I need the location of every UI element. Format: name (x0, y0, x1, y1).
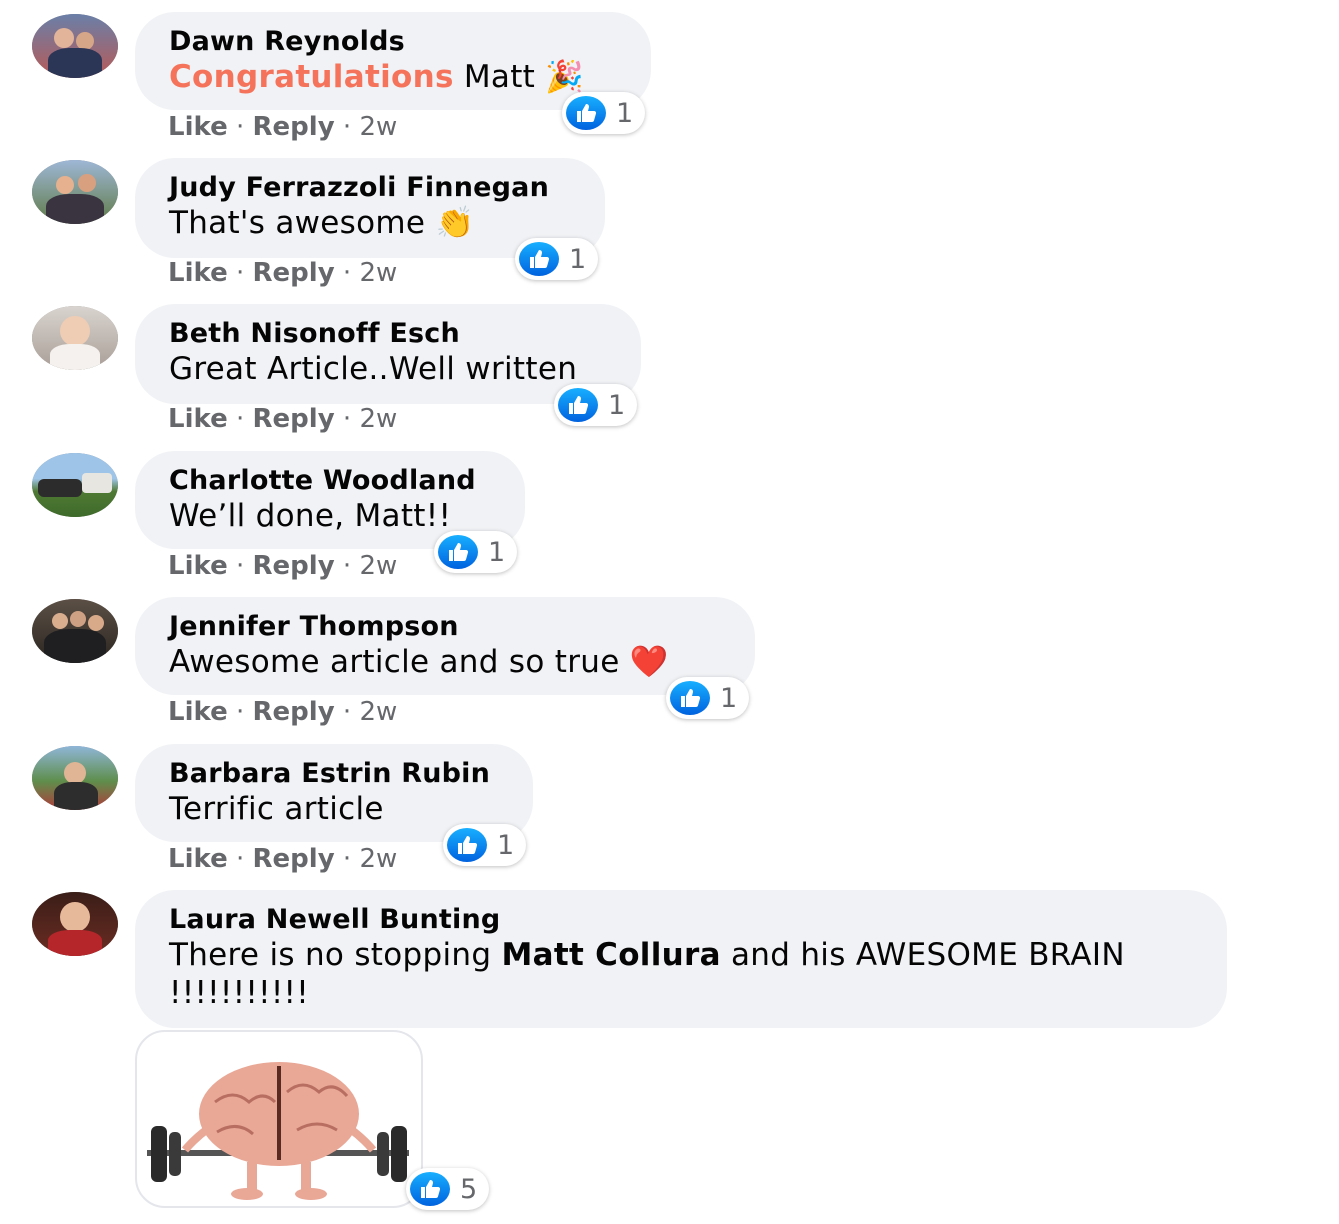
reaction-count: 1 (488, 536, 506, 568)
comment-timestamp[interactable]: 2w (359, 844, 397, 874)
mention-link[interactable]: Matt Collura (501, 937, 720, 973)
comment-timestamp[interactable]: 2w (359, 112, 397, 142)
comment-timestamp[interactable]: 2w (359, 551, 397, 581)
reply-link[interactable]: Reply (253, 697, 335, 727)
comment-author[interactable]: Beth Nisonoff Esch (169, 318, 607, 350)
party-popper-icon: 🎉 (545, 59, 585, 95)
avatar[interactable] (32, 599, 118, 663)
comment-author[interactable]: Charlotte Woodland (169, 465, 491, 497)
comment-text: We’ll done, Matt!! (169, 498, 452, 534)
reaction-summary[interactable]: 1 (443, 824, 527, 866)
like-link[interactable]: Like (168, 844, 228, 874)
reply-link[interactable]: Reply (253, 112, 335, 142)
like-icon (558, 388, 598, 422)
like-icon (670, 681, 710, 715)
comment-actions: Like · Reply · 2w (168, 404, 398, 434)
comment-text: There is no stopping Matt Collura and hi… (169, 937, 1125, 1011)
comment-timestamp[interactable]: 2w (359, 258, 397, 288)
like-icon (410, 1172, 450, 1206)
comment-author[interactable]: Dawn Reynolds (169, 26, 617, 58)
like-icon (438, 535, 478, 569)
comment-author[interactable]: Jennifer Thompson (169, 611, 721, 643)
avatar[interactable] (32, 892, 118, 956)
brain-sticker[interactable] (135, 1030, 423, 1208)
comment-timestamp[interactable]: 2w (359, 697, 397, 727)
reaction-count: 1 (720, 682, 738, 714)
comment-text: Awesome article and so true ❤️ (169, 644, 669, 680)
like-icon (447, 828, 487, 862)
reaction-summary[interactable]: 1 (434, 531, 518, 573)
comment-actions: Like · Reply · 2w (168, 697, 398, 727)
comment-actions: Like · Reply · 2w (168, 112, 398, 142)
reaction-summary[interactable]: 1 (666, 677, 750, 719)
like-icon (566, 96, 606, 130)
avatar[interactable] (32, 14, 118, 78)
comment-author[interactable]: Judy Ferrazzoli Finnegan (169, 172, 571, 204)
reply-link[interactable]: Reply (253, 844, 335, 874)
like-link[interactable]: Like (168, 404, 228, 434)
comment-text: Great Article..Well written (169, 351, 578, 387)
reaction-summary[interactable]: 1 (562, 92, 646, 134)
comment-author[interactable]: Laura Newell Bunting (169, 904, 1193, 936)
comment-timestamp[interactable]: 2w (359, 404, 397, 434)
reply-link[interactable]: Reply (253, 258, 335, 288)
comment-author[interactable]: Barbara Estrin Rubin (169, 758, 499, 790)
like-link[interactable]: Like (168, 112, 228, 142)
like-link[interactable]: Like (168, 697, 228, 727)
reaction-count: 5 (460, 1173, 478, 1205)
comment-text: Congratulations Matt 🎉 (169, 59, 585, 95)
brain-lifting-barbell-icon (147, 1062, 409, 1200)
comment-bubble: Jennifer Thompson Awesome article and so… (135, 597, 755, 695)
like-link[interactable]: Like (168, 551, 228, 581)
reaction-count: 1 (608, 389, 626, 421)
reply-link[interactable]: Reply (253, 404, 335, 434)
avatar[interactable] (32, 306, 118, 370)
like-icon (519, 242, 559, 276)
avatar[interactable] (32, 746, 118, 810)
red-heart-icon: ❤️ (629, 644, 669, 680)
comment-bubble: Laura Newell Bunting There is no stoppin… (135, 890, 1227, 1028)
clapping-hands-icon: 👏 (435, 205, 475, 241)
comment-text: That's awesome 👏 (169, 205, 475, 241)
reaction-summary[interactable]: 5 (406, 1168, 490, 1210)
congratulations-highlight: Congratulations (169, 59, 454, 95)
reply-link[interactable]: Reply (253, 551, 335, 581)
comment-actions: Like · Reply · 2w (168, 551, 398, 581)
reaction-count: 1 (497, 829, 515, 861)
reaction-count: 1 (616, 97, 634, 129)
reaction-summary[interactable]: 1 (515, 238, 599, 280)
comment-text: Terrific article (169, 791, 384, 827)
comment-actions: Like · Reply · 2w (168, 258, 398, 288)
comment-actions: Like · Reply · 2w (168, 844, 398, 874)
avatar[interactable] (32, 160, 118, 224)
like-link[interactable]: Like (168, 258, 228, 288)
reaction-summary[interactable]: 1 (554, 384, 638, 426)
avatar[interactable] (32, 453, 118, 517)
reaction-count: 1 (569, 243, 587, 275)
